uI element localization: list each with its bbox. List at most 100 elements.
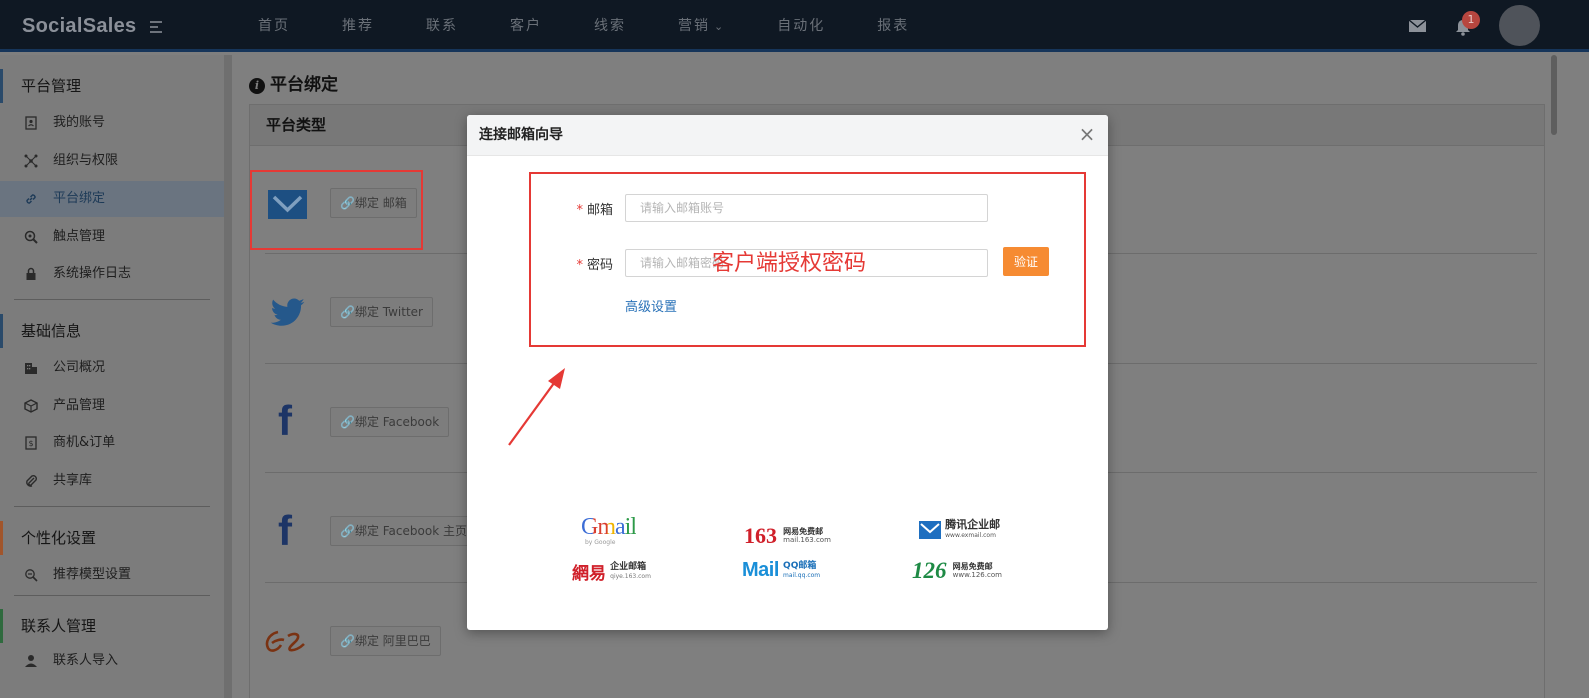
twitter-icon	[270, 298, 305, 326]
email-label-text: 邮箱	[586, 203, 613, 218]
qq-subtext-2: mail.qq.com	[783, 571, 821, 579]
sidebar-item-label: 系统操作日志	[53, 266, 132, 281]
sidebar-item-label: 产品管理	[53, 398, 106, 413]
invoice-icon: $	[25, 436, 37, 450]
sidebar-item-contact-import[interactable]: 联系人导入	[0, 643, 224, 679]
nav-recommend[interactable]: 推荐	[342, 0, 374, 52]
163-subtext-1: 网易免费邮	[783, 527, 824, 536]
page-title: i 平台绑定	[249, 70, 338, 95]
organization-icon	[24, 154, 38, 168]
sidebar-item-label: 公司概况	[53, 360, 106, 375]
qq-mail-text: Mail	[742, 559, 779, 581]
sidebar-section-platform: 平台管理	[0, 69, 224, 103]
sidebar-item-recommend-model[interactable]: 推荐模型设置	[0, 557, 224, 593]
nav-customers[interactable]: 客户	[510, 0, 542, 52]
nav-home[interactable]: 首页	[258, 0, 290, 52]
tencent-mail-icon	[919, 521, 941, 539]
126-subtext-2: www.126.com	[952, 571, 1002, 579]
chevron-down-icon: ⌄	[714, 20, 726, 33]
password-label: * 密码	[533, 254, 613, 273]
modal-title: 连接邮箱向导	[467, 115, 1108, 156]
close-icon[interactable]: ×	[1076, 124, 1098, 146]
sidebar-item-label: 联系人导入	[53, 653, 119, 668]
sidebar-item-orders[interactable]: $ 商机&订单	[0, 425, 224, 461]
mail-icon[interactable]	[1409, 20, 1426, 32]
page-title-text: 平台绑定	[270, 75, 338, 95]
annotation-arrow	[508, 368, 565, 446]
notification-badge: 1	[1462, 11, 1480, 29]
required-mark: *	[576, 203, 583, 218]
sidebar-item-label: 组织与权限	[53, 153, 119, 168]
sidebar-item-label: 共享库	[53, 473, 93, 488]
nav-automation[interactable]: 自动化	[777, 0, 825, 52]
sidebar-scrollbar[interactable]	[224, 55, 232, 698]
info-icon: i	[249, 78, 265, 94]
menu-toggle-icon[interactable]	[150, 21, 164, 36]
sidebar: 平台管理 我的账号 组织与权限 平台绑定 触点管理 系统操作日志 基础信息 公司…	[0, 55, 224, 698]
sidebar-divider	[14, 299, 210, 300]
nav-marketing[interactable]: 营销 ⌄	[678, 0, 725, 52]
search-settings-icon	[25, 569, 38, 582]
link-icon	[26, 194, 36, 204]
sidebar-item-label: 推荐模型设置	[53, 567, 132, 582]
touchpoint-icon	[24, 230, 38, 244]
sidebar-item-touchpoints[interactable]: 触点管理	[0, 219, 224, 255]
gmail-logo-text: Gmail	[581, 514, 637, 540]
user-icon	[25, 655, 37, 667]
netease-enterprise-logo: 網易 企业邮箱 qiye.163.com	[572, 559, 651, 584]
sidebar-item-label: 我的账号	[53, 115, 106, 130]
required-mark: *	[576, 258, 583, 273]
sidebar-item-shared-library[interactable]: 共享库	[0, 463, 224, 499]
126-logo-text: 126	[912, 558, 947, 583]
annotation-text: 客户端授权密码	[712, 251, 867, 276]
qq-mail-logo: Mail QQ邮箱 mail.qq.com	[742, 559, 820, 582]
main-nav: 首页 推荐 联系 客户 线索 营销 ⌄ 自动化 报表	[258, 0, 961, 52]
gmail-subtext: by Google	[585, 539, 616, 546]
advanced-settings-link[interactable]: 高级设置	[625, 296, 677, 315]
paperclip-icon	[26, 475, 37, 487]
verify-button[interactable]: 验证	[1003, 247, 1049, 276]
gmail-logo: Gmail by Google	[581, 514, 637, 546]
sidebar-item-my-account[interactable]: 我的账号	[0, 105, 224, 141]
sidebar-item-company[interactable]: 公司概况	[0, 350, 224, 386]
lock-icon	[26, 267, 36, 280]
facebook-icon: f	[278, 397, 292, 444]
qq-subtext-1: QQ邮箱	[783, 560, 817, 571]
sidebar-item-org[interactable]: 组织与权限	[0, 143, 224, 179]
sidebar-item-platform-binding[interactable]: 平台绑定	[0, 181, 224, 217]
163-logo-text: 163	[744, 523, 777, 548]
svg-text:$: $	[28, 439, 33, 448]
avatar[interactable]	[1499, 5, 1540, 46]
bind-twitter-button[interactable]: 🔗绑定 Twitter	[330, 297, 433, 327]
sidebar-item-label: 平台绑定	[53, 191, 106, 206]
building-icon	[25, 363, 37, 374]
nav-contacts[interactable]: 联系	[426, 0, 458, 52]
page-scrollbar[interactable]	[1551, 55, 1557, 135]
nav-reports[interactable]: 报表	[877, 0, 909, 52]
account-icon	[25, 116, 37, 130]
nav-marketing-label: 营销	[678, 18, 710, 34]
top-navbar: SocialSales 首页 推荐 联系 客户 线索 营销 ⌄ 自动化 报表 1	[0, 0, 1589, 52]
connect-email-modal: 连接邮箱向导 × *邮箱 *密码 客户端授权密码 验证 高级设置 Gmail b…	[467, 115, 1108, 630]
tencent-subtext: www.exmail.com	[945, 532, 996, 539]
163-subtext-2: mail.163.com	[783, 536, 831, 544]
password-label-text: 密码	[586, 258, 613, 273]
email-label: * 邮箱	[533, 199, 613, 218]
126-subtext-1: 网易免费邮	[952, 562, 993, 571]
sidebar-item-system-log[interactable]: 系统操作日志	[0, 256, 224, 292]
highlight-box	[250, 170, 423, 250]
nav-leads[interactable]: 线索	[594, 0, 626, 52]
tencent-logo-text: 腾讯企业邮	[945, 518, 1001, 531]
bind-facebook-button[interactable]: 🔗绑定 Facebook	[330, 407, 450, 437]
facebook-page-icon: f	[278, 507, 292, 554]
netease-ent-subtext-2: qiye.163.com	[610, 572, 651, 580]
sidebar-item-products[interactable]: 产品管理	[0, 388, 224, 424]
163-logo: 163 网易免费邮 mail.163.com	[744, 523, 831, 549]
bind-facebook-page-button[interactable]: 🔗绑定 Facebook 主页	[330, 516, 477, 546]
sidebar-section-personalization: 个性化设置	[0, 521, 224, 555]
sidebar-section-basic-info: 基础信息	[0, 314, 224, 348]
email-field[interactable]	[625, 194, 988, 222]
sidebar-item-label: 商机&订单	[53, 435, 116, 450]
app-logo[interactable]: SocialSales	[22, 15, 136, 38]
bind-alibaba-button[interactable]: 🔗绑定 阿里巴巴	[330, 626, 441, 656]
